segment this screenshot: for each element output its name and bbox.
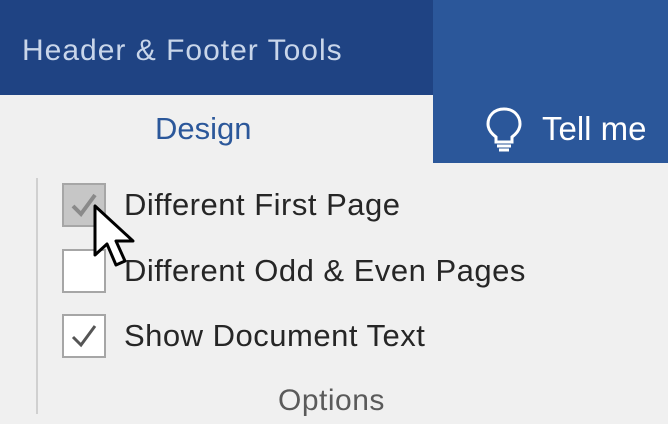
different-first-page-label[interactable]: Different First Page [124, 187, 400, 223]
option-show-document-text[interactable]: Show Document Text [62, 314, 425, 358]
show-document-text-label[interactable]: Show Document Text [124, 318, 425, 354]
group-divider [36, 178, 38, 414]
show-document-text-checkbox[interactable] [62, 314, 106, 358]
options-group-label: Options [278, 384, 385, 417]
different-odd-even-label[interactable]: Different Odd & Even Pages [124, 253, 526, 289]
tab-design-label[interactable]: Design [155, 111, 252, 147]
contextual-tab-title: Header & Footer Tools [22, 34, 343, 67]
mouse-cursor-icon [93, 204, 135, 267]
checkmark-icon [71, 325, 97, 348]
tell-me-box[interactable]: Tell me [484, 104, 647, 154]
tell-me-label[interactable]: Tell me [542, 110, 647, 148]
lightbulb-icon [486, 107, 522, 152]
